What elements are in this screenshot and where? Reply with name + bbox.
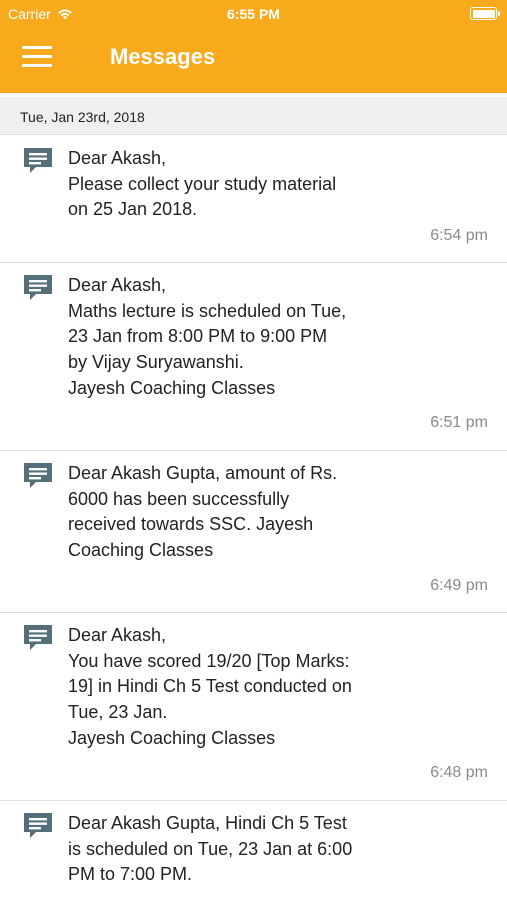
message-item[interactable]: Dear Akash, Please collect your study ma… <box>0 136 507 263</box>
date-section-header: Tue, Jan 23rd, 2018 <box>0 97 507 135</box>
hamburger-menu-icon[interactable] <box>22 46 52 68</box>
battery-icon <box>470 7 500 20</box>
message-text: Dear Akash, You have scored 19/20 [Top M… <box>68 625 352 748</box>
status-time: 6:55 PM <box>227 6 280 22</box>
message-text: Dear Akash Gupta, amount of Rs. 6000 has… <box>68 463 338 561</box>
message-time: 6:51 pm <box>430 414 488 431</box>
message-text: Dear Akash, Please collect your study ma… <box>68 148 337 220</box>
message-text: Dear Akash, Maths lecture is scheduled o… <box>68 275 347 398</box>
status-bar: Carrier 6:55 PM <box>0 0 507 28</box>
message-icon <box>24 275 52 300</box>
message-icon <box>24 463 52 488</box>
message-time: 6:48 pm <box>430 764 488 781</box>
message-item[interactable]: Dear Akash, You have scored 19/20 [Top M… <box>0 613 507 801</box>
message-item[interactable]: Dear Akash, Maths lecture is scheduled o… <box>0 263 507 451</box>
message-time: 6:54 pm <box>430 227 488 244</box>
message-list: Dear Akash, Please collect your study ma… <box>0 136 507 921</box>
message-icon <box>24 813 52 838</box>
message-icon <box>24 625 52 650</box>
message-item[interactable]: Dear Akash Gupta, Hindi Ch 5 Test is sch… <box>0 801 507 921</box>
message-text: Dear Akash Gupta, Hindi Ch 5 Test is sch… <box>68 813 353 885</box>
message-icon <box>24 148 52 173</box>
page-title: Messages <box>110 44 216 69</box>
message-item[interactable]: Dear Akash Gupta, amount of Rs. 6000 has… <box>0 451 507 613</box>
message-time: 6:49 pm <box>430 577 488 594</box>
app-bar: Carrier 6:55 PM Messages <box>0 0 507 93</box>
